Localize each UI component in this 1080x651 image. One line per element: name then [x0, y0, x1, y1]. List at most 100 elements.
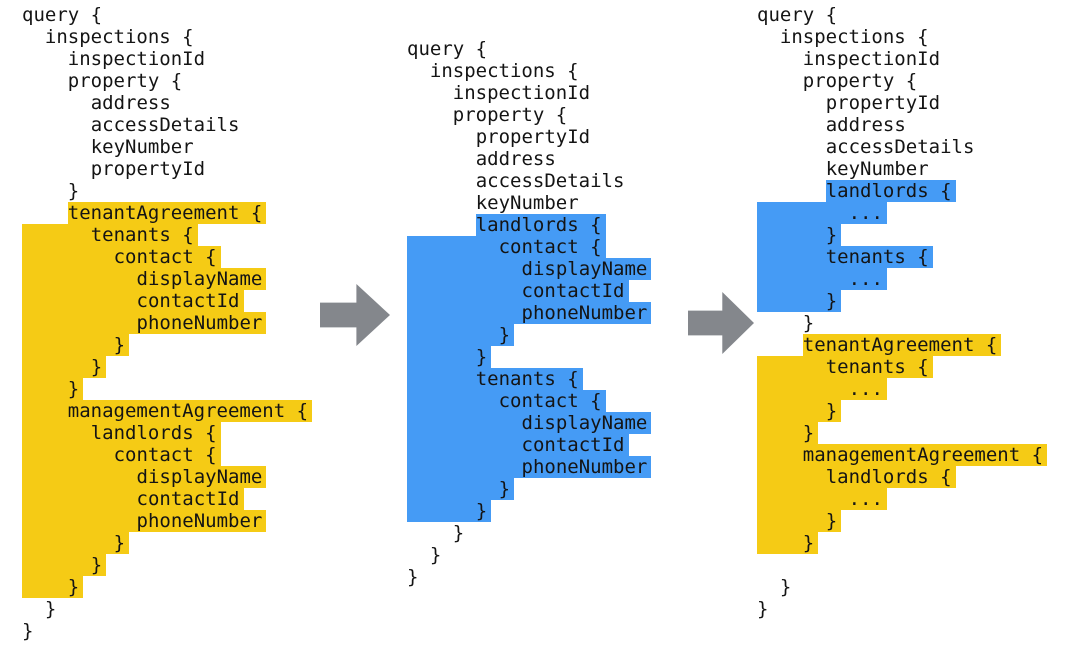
- code-line: phoneNumber: [407, 302, 652, 324]
- code-line-text: inspectionId: [452, 82, 591, 104]
- code-line: displayName: [22, 466, 308, 488]
- code-line: contactId: [22, 290, 308, 312]
- highlight-blue: [407, 478, 515, 500]
- code-line-text: }: [22, 620, 34, 642]
- code-line: }: [22, 334, 308, 356]
- code-line: displayName: [22, 268, 308, 290]
- code-line-text: phoneNumber: [521, 456, 648, 478]
- code-line-text: keyNumber: [90, 136, 194, 158]
- code-line: propertyId: [22, 158, 308, 180]
- code-line-text: address: [825, 114, 906, 136]
- code-line-text: managementAgreement {: [802, 444, 1044, 466]
- code-line-text: tenants {: [825, 246, 929, 268]
- code-line: tenants {: [22, 224, 308, 246]
- code-line: keyNumber: [757, 158, 1043, 180]
- code-line-text: ...: [848, 268, 883, 290]
- code-line: ...: [757, 268, 1043, 290]
- code-line-text: phoneNumber: [136, 510, 263, 532]
- code-line-text: }: [67, 378, 80, 400]
- code-line: }: [757, 290, 1043, 312]
- code-line: tenants {: [757, 356, 1043, 378]
- code-line-text: contact {: [498, 390, 602, 412]
- code-line: }: [757, 312, 1043, 334]
- code-line: }: [22, 554, 308, 576]
- code-line-text: }: [113, 532, 126, 554]
- code-line: accessDetails: [22, 114, 308, 136]
- code-line-text: }: [452, 522, 465, 544]
- code-line: phoneNumber: [407, 456, 652, 478]
- code-line-text: }: [825, 400, 838, 422]
- code-line: property {: [757, 70, 1043, 92]
- code-line-text: keyNumber: [825, 158, 929, 180]
- code-line-text: }: [825, 510, 838, 532]
- code-line-text: contactId: [521, 434, 625, 456]
- code-line: }: [757, 576, 1043, 598]
- code-line-text: }: [407, 566, 419, 588]
- code-line-text: landlords {: [90, 422, 217, 444]
- code-line-text: }: [44, 598, 57, 620]
- code-line: keyNumber: [407, 192, 647, 214]
- highlight-blue: [407, 324, 515, 346]
- code-line: contactId: [407, 280, 647, 302]
- code-line: contactId: [407, 434, 647, 456]
- code-line: property {: [22, 70, 308, 92]
- code-line-text: }: [498, 478, 511, 500]
- code-line-text: displayName: [521, 412, 648, 434]
- code-line: contact {: [22, 444, 308, 466]
- code-line-text: accessDetails: [475, 170, 625, 192]
- code-line: }: [757, 532, 1043, 554]
- code-line: phoneNumber: [22, 312, 308, 334]
- code-line: tenants {: [407, 368, 647, 390]
- code-line-text: contact {: [113, 246, 217, 268]
- code-line: inspections {: [757, 26, 1043, 48]
- code-line-text: }: [429, 544, 442, 566]
- code-line-text: landlords {: [825, 466, 952, 488]
- code-line-text: }: [475, 500, 488, 522]
- code-line: contact {: [407, 236, 647, 258]
- code-line: inspectionId: [407, 82, 647, 104]
- code-line: ...: [757, 488, 1043, 510]
- code-line: accessDetails: [407, 170, 647, 192]
- code-line: managementAgreement {: [757, 444, 1048, 466]
- code-line: contactId: [22, 488, 308, 510]
- code-line: }: [22, 378, 308, 400]
- code-line: }: [407, 346, 647, 368]
- code-line: }: [22, 356, 308, 378]
- code-line: managementAgreement {: [22, 400, 313, 422]
- code-line-text: }: [113, 334, 126, 356]
- code-line-text: contactId: [136, 290, 240, 312]
- code-line: landlords {: [407, 214, 647, 236]
- arrow-right-icon-stage2-to-stage3: [688, 292, 754, 354]
- code-line: inspectionId: [22, 48, 308, 70]
- query-stage-3: query {inspections {inspectionId property…: [757, 4, 1048, 620]
- code-line-text: query {: [757, 4, 838, 26]
- code-line-text: inspections {: [429, 60, 579, 82]
- code-line-text: accessDetails: [825, 136, 975, 158]
- code-line-text: keyNumber: [475, 192, 579, 214]
- code-line-text: tenants {: [825, 356, 929, 378]
- highlight-yellow: [22, 532, 130, 554]
- code-line: tenants {: [757, 246, 1043, 268]
- code-line: }: [22, 532, 308, 554]
- code-line-text: }: [67, 576, 80, 598]
- code-line: address: [757, 114, 1043, 136]
- diagram-canvas: query {inspections {inspectionId property…: [0, 0, 1080, 651]
- code-line-text: }: [475, 346, 488, 368]
- code-line-text: tenants {: [475, 368, 579, 390]
- code-line: }: [757, 510, 1043, 532]
- code-line: }: [757, 400, 1043, 422]
- code-line: }: [407, 566, 647, 588]
- code-line-text: displayName: [136, 268, 263, 290]
- code-line-text: }: [90, 554, 103, 576]
- code-line-text: ...: [848, 378, 883, 400]
- code-line-text: phoneNumber: [521, 302, 648, 324]
- code-line-text: ...: [848, 488, 883, 510]
- code-line-text: contact {: [113, 444, 217, 466]
- code-line-text: }: [67, 180, 80, 202]
- code-line: propertyId: [407, 126, 647, 148]
- code-line-text: propertyId: [475, 126, 591, 148]
- code-line-text: landlords {: [825, 180, 952, 202]
- code-line: contact {: [22, 246, 308, 268]
- code-line-text: query {: [407, 38, 488, 60]
